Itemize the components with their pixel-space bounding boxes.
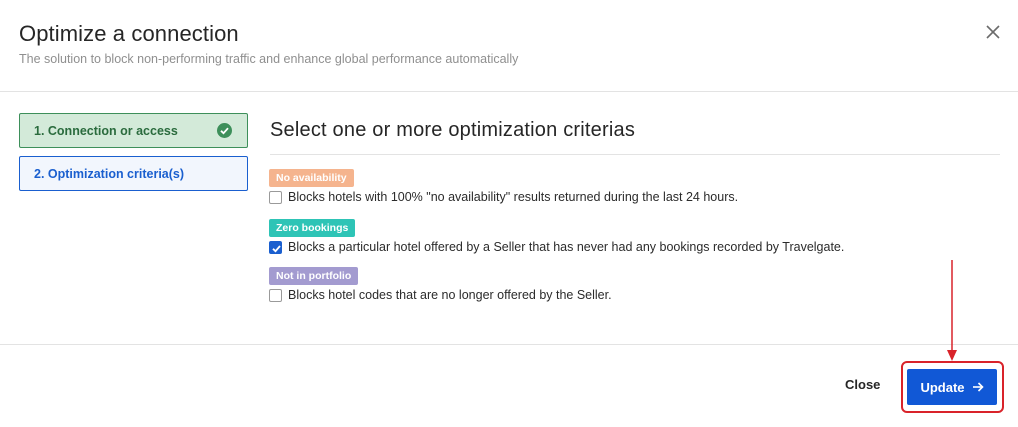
status-badge: No availability <box>269 169 354 187</box>
step-label: 1. Connection or access <box>34 123 178 138</box>
criterion-no-availability: No availability Blocks hotels with 100% … <box>269 168 738 204</box>
annotation-arrow <box>947 260 957 361</box>
criterion-description: Blocks hotel codes that are no longer of… <box>288 288 612 302</box>
dialog-subtitle: The solution to block non-performing tra… <box>19 52 519 66</box>
arrow-right-icon <box>972 382 984 392</box>
footer-divider <box>0 344 1018 345</box>
criterion-checkbox[interactable] <box>269 240 282 254</box>
criterion-description: Blocks a particular hotel offered by a S… <box>288 240 845 254</box>
criterion-checkbox[interactable] <box>269 190 282 204</box>
checkmark-icon <box>272 244 281 253</box>
update-label: Update <box>920 379 965 395</box>
close-icon[interactable] <box>984 23 1002 41</box>
status-badge: Not in portfolio <box>269 267 359 285</box>
step-optimization-criteria[interactable]: 2. Optimization criteria(s) <box>19 156 248 191</box>
step-label: 2. Optimization criteria(s) <box>34 166 185 181</box>
criterion-zero-bookings: Zero bookings Blocks a particular hotel … <box>269 218 844 254</box>
criterion-checkbox[interactable] <box>269 288 282 302</box>
status-badge: Zero bookings <box>269 219 356 237</box>
update-button[interactable]: Update <box>907 369 997 405</box>
dialog-title: Optimize a connection <box>19 21 239 46</box>
section-title: Select one or more optimization criteria… <box>270 119 1000 155</box>
criterion-not-in-portfolio: Not in portfolio Blocks hotel codes that… <box>269 266 612 302</box>
close-button[interactable]: Close <box>845 377 880 392</box>
criterion-description: Blocks hotels with 100% "no availability… <box>288 190 739 204</box>
step-connection-or-access[interactable]: 1. Connection or access <box>19 113 248 148</box>
stepper: 1. Connection or access 2. Optimization … <box>19 113 248 191</box>
check-circle-icon <box>217 123 232 138</box>
dialog-header: Optimize a connection The solution to bl… <box>0 0 1018 92</box>
main-content: Select one or more optimization criteria… <box>270 113 1000 155</box>
